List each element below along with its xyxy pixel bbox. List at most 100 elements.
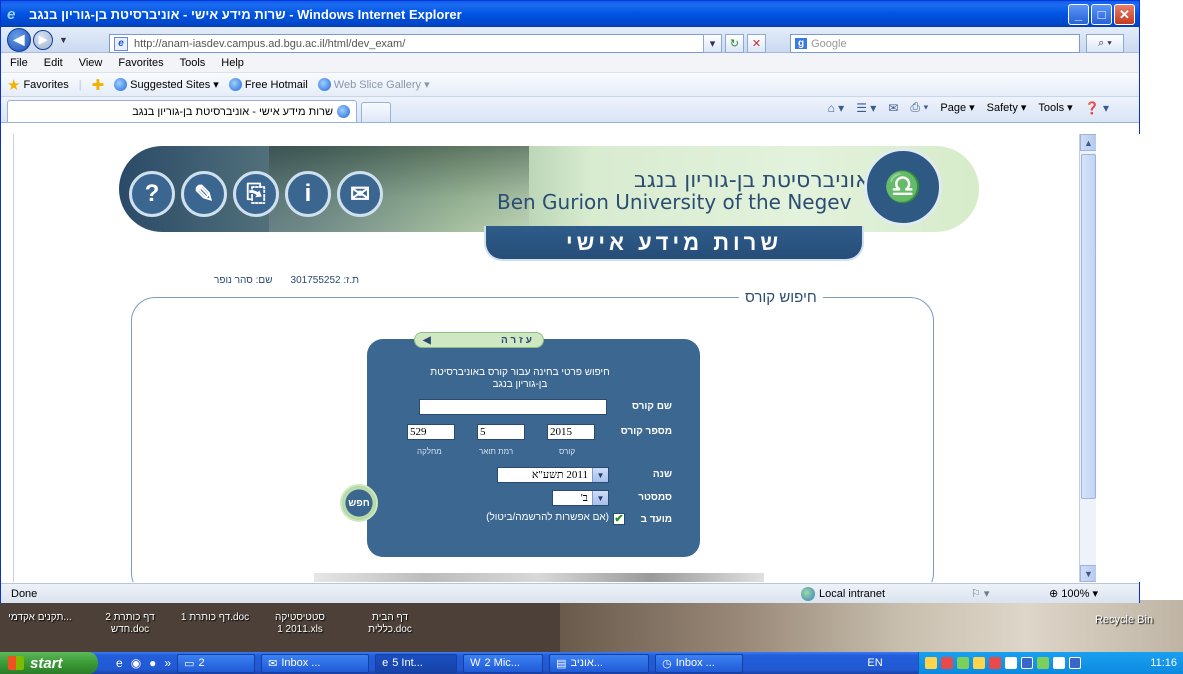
back-button[interactable]: ◀ (7, 27, 31, 52)
task-button-1[interactable]: ▭ 2 (177, 653, 256, 673)
language-indicator[interactable]: EN (860, 652, 890, 674)
search-input[interactable]: g Google (790, 34, 1080, 53)
more-quicklaunch-icon[interactable]: » (164, 656, 171, 670)
tab-active[interactable]: שרות מידע אישי - אוניברסיטת בן-גוריון בנ… (7, 100, 357, 122)
window-title: שרות מידע אישי - אוניברסיטת בן-גוריון בנ… (29, 6, 462, 22)
help-question-icon[interactable]: ? (129, 171, 175, 217)
desktop-icon-4[interactable]: סטטיסטיקה 2011 1.xls (265, 612, 335, 636)
desktop-icon-3[interactable]: דף כותרת 1.doc (180, 612, 250, 624)
cmd-page[interactable]: Page ▾ (940, 101, 974, 114)
course-input[interactable]: 2015 (547, 424, 595, 440)
favorites-button[interactable]: ★ Favorites (7, 76, 69, 94)
mail-icon[interactable]: ✉ (337, 171, 383, 217)
degree-input[interactable]: 5 (477, 424, 525, 440)
fav-item-web-slice-gallery[interactable]: Web Slice Gallery ▾ (317, 78, 430, 91)
menu-edit[interactable]: Edit (44, 57, 63, 69)
search-button[interactable]: חפש (340, 484, 378, 522)
edit-icon[interactable]: ✎ (181, 171, 227, 217)
desktop-icon-1[interactable]: תקנים אקדמי... (5, 612, 75, 624)
task-button-5[interactable]: ▤ אוניב... (549, 653, 650, 673)
close-button[interactable]: ✕ (1114, 4, 1135, 25)
new-tab-button[interactable] (361, 102, 391, 122)
menu-view[interactable]: View (79, 57, 103, 69)
task-button-4[interactable]: W 2 Mic... (463, 653, 544, 673)
favorites-bar: ★ Favorites | ✚ Suggested Sites ▾ Free H… (1, 73, 1139, 97)
minimize-button[interactable]: _ (1068, 4, 1089, 25)
folder-icon[interactable]: ⎘ (233, 171, 279, 217)
tray-app-icon[interactable] (1069, 657, 1081, 669)
semester-select[interactable]: ▼ ב' (552, 490, 609, 506)
add-favorite-icon[interactable]: ✚ (92, 76, 105, 94)
task-label: 5 Int... (392, 657, 423, 669)
zoom-level[interactable]: ⊕ 100% ▾ (1049, 587, 1098, 600)
address-dropdown-icon[interactable]: ▾ (703, 34, 722, 53)
help-icon[interactable]: ❓ ▾ (1085, 101, 1109, 115)
task-button-2[interactable]: ✉ Inbox ... (261, 653, 370, 673)
cmd-safety[interactable]: Safety ▾ (987, 101, 1027, 114)
desktop-icon-2[interactable]: דף כותרת 2 חדש.doc (95, 612, 165, 636)
course-name-input[interactable] (419, 399, 607, 415)
protected-mode-icon[interactable]: ⚐ ▾ (971, 587, 989, 600)
menu-file[interactable]: File (10, 57, 28, 69)
cmd-tools[interactable]: Tools ▾ (1038, 101, 1072, 114)
menu-help[interactable]: Help (221, 57, 244, 69)
forward-button[interactable]: ▶ (33, 29, 53, 50)
tray-app-icon[interactable] (957, 657, 969, 669)
menu-favorites[interactable]: Favorites (118, 57, 163, 69)
moed-b-checkbox[interactable]: ✔ (613, 513, 625, 525)
scroll-up-icon[interactable]: ▲ (1080, 134, 1097, 151)
maximize-button[interactable]: □ (1091, 4, 1112, 25)
title-bar[interactable]: e שרות מידע אישי - אוניברסיטת בן-גוריון … (1, 1, 1139, 27)
desktop-icon-5[interactable]: דף הבית כללית.doc (355, 612, 425, 636)
tray-app-icon[interactable] (1037, 657, 1049, 669)
address-bar[interactable]: e http://anam-iasdev.campus.ad.bgu.ac.il… (109, 34, 722, 53)
security-zone[interactable]: Local intranet (801, 586, 885, 601)
tray-app-icon[interactable] (1005, 657, 1017, 669)
start-button[interactable]: start (0, 652, 98, 674)
search-go-button[interactable]: ⌕ ▾ (1086, 34, 1124, 53)
scroll-thumb[interactable] (1081, 154, 1096, 499)
status-text: Done (11, 587, 38, 600)
window-icon: ▭ (184, 657, 195, 670)
footer-photo (314, 573, 764, 582)
student-name: שם: סהר נופר (214, 275, 273, 286)
vertical-scrollbar[interactable]: ▲ ▼ (1079, 134, 1097, 582)
fav-item-label: Web Slice Gallery ▾ (333, 79, 430, 91)
menu-tools[interactable]: Tools (180, 57, 206, 69)
print-icon[interactable]: ⎙ ▾ (910, 100, 928, 115)
recycle-bin[interactable]: Recycle Bin (1095, 614, 1153, 626)
home-icon[interactable]: ⌂ ▾ (828, 101, 845, 115)
tray-app-icon[interactable] (1021, 657, 1033, 669)
feeds-icon[interactable]: ☰ ▾ (856, 101, 876, 115)
ie-quicklaunch-icon[interactable]: e (116, 656, 123, 670)
tray-app-icon[interactable] (1053, 657, 1065, 669)
ie-icon (337, 105, 350, 118)
tab-row: שרות מידע אישי - אוניברסיטת בן-גוריון בנ… (1, 97, 1139, 123)
course-number-label: מספר קורס (620, 426, 672, 437)
dept-input[interactable]: 529 (407, 424, 455, 440)
info-icon[interactable]: i (285, 171, 331, 217)
browser-quicklaunch-icon[interactable]: ◉ (131, 656, 141, 670)
help-tab[interactable]: ◀ עזרה (414, 332, 544, 348)
chevron-down-icon: ▼ (592, 468, 608, 482)
service-title: שרות מידע אישי (484, 226, 864, 261)
scroll-down-icon[interactable]: ▼ (1080, 565, 1097, 582)
task-button-6[interactable]: ◷ Inbox ... (655, 653, 744, 673)
tray-app-icon[interactable] (973, 657, 985, 669)
refresh-icon[interactable]: ↻ (725, 34, 744, 53)
fav-item-suggested-sites[interactable]: Suggested Sites ▾ (114, 78, 219, 91)
mail-icon: ✉ (268, 657, 278, 670)
read-mail-icon[interactable]: ✉ (888, 101, 898, 115)
tray-app-icon[interactable] (989, 657, 1001, 669)
year-label: שנה (652, 469, 672, 480)
fav-item-free-hotmail[interactable]: Free Hotmail (228, 78, 308, 91)
tray-app-icon[interactable] (941, 657, 953, 669)
media-quicklaunch-icon[interactable]: ● (149, 656, 156, 670)
task-button-3[interactable]: e 5 Int... (375, 653, 458, 673)
year-select[interactable]: ▼ 2011 תשע"א (497, 467, 609, 483)
tray-app-icon[interactable] (925, 657, 937, 669)
course-name-label: שם קורס (631, 401, 672, 412)
clock[interactable]: 11:16 (1150, 657, 1177, 669)
recent-pages-dropdown-icon[interactable]: ▼ (59, 35, 68, 45)
stop-icon[interactable]: ✕ (747, 34, 766, 53)
